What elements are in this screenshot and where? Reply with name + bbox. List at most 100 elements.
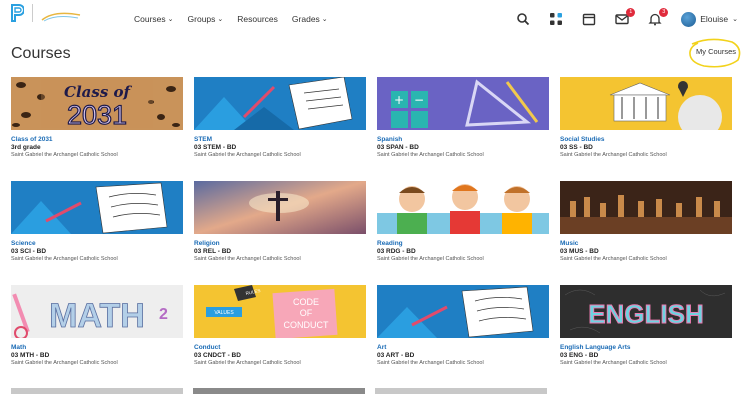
course-section: 03 REL - BD bbox=[194, 248, 232, 255]
nav-grades-label: Grades bbox=[291, 14, 320, 24]
course-title[interactable]: Science bbox=[11, 240, 183, 247]
nav-groups[interactable]: Groups ⌄ bbox=[188, 14, 224, 24]
course-school: Saint Gabriel the Archangel Catholic Sch… bbox=[11, 360, 118, 366]
nav-grades[interactable]: Grades ⌄ bbox=[292, 14, 328, 24]
main-nav: Courses ⌄ Groups ⌄ Resources Grades ⌄ bbox=[134, 14, 328, 24]
course-section: 03 CNDCT - BD bbox=[194, 352, 241, 359]
course-thumbnail: + − bbox=[377, 77, 549, 130]
next-row-thumbnails bbox=[11, 388, 744, 394]
course-title[interactable]: Social Studies bbox=[560, 136, 732, 143]
svg-text:−: − bbox=[414, 93, 424, 107]
course-section: 03 SPAN - BD bbox=[377, 144, 419, 151]
thumbnail-text: ENGLISH bbox=[588, 299, 704, 329]
course-thumbnail bbox=[11, 388, 183, 394]
course-card-music[interactable]: Music 03 MUS - BD Saint Gabriel the Arch… bbox=[560, 181, 732, 278]
chevron-down-icon: ⌄ bbox=[167, 16, 174, 23]
course-card-english[interactable]: ENGLISH English Language Arts 03 ENG - B… bbox=[560, 285, 732, 382]
avatar bbox=[681, 11, 697, 27]
top-navigation: Courses ⌄ Groups ⌄ Resources Grades ⌄ 1 … bbox=[0, 0, 744, 40]
highlight-annotation bbox=[689, 38, 741, 68]
course-school: Saint Gabriel the Archangel Catholic Sch… bbox=[377, 360, 484, 366]
course-school: Saint Gabriel the Archangel Catholic Sch… bbox=[560, 256, 667, 262]
course-card-spanish[interactable]: + − Spanish 03 SPAN - BD Saint Gabriel t… bbox=[377, 77, 549, 174]
user-menu[interactable]: Elouise ⌄ bbox=[681, 11, 738, 27]
course-title[interactable]: Reading bbox=[377, 240, 549, 247]
course-thumbnail bbox=[193, 388, 365, 394]
thumbnail-text: MATH bbox=[49, 297, 145, 335]
course-school: Saint Gabriel the Archangel Catholic Sch… bbox=[377, 152, 484, 158]
course-thumbnail: ENGLISH bbox=[560, 285, 732, 338]
course-thumbnail bbox=[560, 77, 732, 130]
school-logo-icon bbox=[41, 12, 81, 22]
course-card-reading[interactable]: Reading 03 RDG - BD Saint Gabriel the Ar… bbox=[377, 181, 549, 278]
course-section: 03 SS - BD bbox=[560, 144, 593, 151]
course-thumbnail bbox=[560, 181, 732, 234]
notification-badge: 3 bbox=[659, 8, 669, 17]
thumbnail-text: 2031 bbox=[67, 100, 127, 130]
page-title: Courses bbox=[11, 45, 71, 62]
course-school: Saint Gabriel the Archangel Catholic Sch… bbox=[194, 256, 301, 262]
mail-icon[interactable]: 1 bbox=[615, 8, 636, 26]
course-card-class-of-2031[interactable]: Class of 2031 Class of 2031 3rd grade Sa… bbox=[11, 77, 183, 174]
bell-icon[interactable]: 3 bbox=[648, 8, 669, 26]
schoology-logo-icon[interactable] bbox=[10, 4, 24, 22]
course-title[interactable]: Class of 2031 bbox=[11, 136, 183, 143]
course-thumbnail bbox=[377, 181, 549, 234]
course-section: 03 ART - BD bbox=[377, 352, 415, 359]
course-card-math[interactable]: MATH 2 Math 03 MTH - BD Saint Gabriel th… bbox=[11, 285, 183, 382]
course-school: Saint Gabriel the Archangel Catholic Sch… bbox=[11, 152, 118, 158]
apps-grid-icon[interactable] bbox=[549, 12, 563, 26]
course-card-art[interactable]: Art 03 ART - BD Saint Gabriel the Archan… bbox=[377, 285, 549, 382]
thumbnail-text: CODE bbox=[293, 297, 319, 307]
course-title[interactable]: Art bbox=[377, 344, 549, 351]
course-title[interactable]: Conduct bbox=[194, 344, 366, 351]
course-section: 03 MTH - BD bbox=[11, 352, 50, 359]
course-section: 3rd grade bbox=[11, 144, 41, 151]
thumbnail-text: OF bbox=[300, 308, 313, 318]
course-section: 03 RDG - BD bbox=[377, 248, 416, 255]
nav-courses-label: Courses bbox=[134, 14, 166, 24]
thumbnail-text: 2 bbox=[159, 306, 168, 323]
course-school: Saint Gabriel the Archangel Catholic Sch… bbox=[194, 152, 301, 158]
course-title[interactable]: Spanish bbox=[377, 136, 549, 143]
course-section: 03 ENG - BD bbox=[560, 352, 599, 359]
course-title[interactable]: STEM bbox=[194, 136, 366, 143]
nav-courses[interactable]: Courses ⌄ bbox=[134, 14, 174, 24]
course-card-social-studies[interactable]: Social Studies 03 SS - BD Saint Gabriel … bbox=[560, 77, 732, 174]
course-card-conduct[interactable]: RULES VALUES CODE OF CONDUCT Conduct 03 … bbox=[194, 285, 366, 382]
nav-utilities: 1 3 Elouise ⌄ bbox=[516, 8, 738, 30]
course-section: 03 SCI - BD bbox=[11, 248, 47, 255]
thumbnail-text: CONDUCT bbox=[284, 320, 329, 330]
course-title[interactable]: Music bbox=[560, 240, 732, 247]
course-thumbnail: Class of 2031 bbox=[11, 77, 183, 130]
course-school: Saint Gabriel the Archangel Catholic Sch… bbox=[11, 256, 118, 262]
course-card-stem[interactable]: STEM 03 STEM - BD Saint Gabriel the Arch… bbox=[194, 77, 366, 174]
svg-text:+: + bbox=[394, 93, 404, 107]
nav-resources-label: Resources bbox=[237, 14, 278, 24]
course-card-religion[interactable]: Religion 03 REL - BD Saint Gabriel the A… bbox=[194, 181, 366, 278]
course-thumbnail bbox=[194, 77, 366, 130]
thumbnail-text: Class of bbox=[64, 83, 132, 101]
chevron-down-icon: ⌄ bbox=[217, 16, 224, 23]
search-icon[interactable] bbox=[516, 12, 530, 26]
nav-groups-label: Groups bbox=[187, 14, 216, 24]
calendar-icon[interactable] bbox=[582, 12, 596, 26]
thumbnail-text: VALUES bbox=[214, 310, 234, 316]
course-school: Saint Gabriel the Archangel Catholic Sch… bbox=[194, 360, 301, 366]
course-school: Saint Gabriel the Archangel Catholic Sch… bbox=[377, 256, 484, 262]
chevron-down-icon: ⌄ bbox=[321, 16, 328, 23]
course-section: 03 MUS - BD bbox=[560, 248, 599, 255]
course-section: 03 STEM - BD bbox=[194, 144, 237, 151]
course-title[interactable]: Math bbox=[11, 344, 183, 351]
course-thumbnail bbox=[375, 388, 547, 394]
nav-resources[interactable]: Resources bbox=[237, 14, 278, 24]
course-title[interactable]: Religion bbox=[194, 240, 366, 247]
mail-badge: 1 bbox=[626, 8, 636, 17]
course-thumbnail bbox=[377, 285, 549, 338]
course-title[interactable]: English Language Arts bbox=[560, 344, 732, 351]
course-thumbnail bbox=[194, 181, 366, 234]
course-card-science[interactable]: Science 03 SCI - BD Saint Gabriel the Ar… bbox=[11, 181, 183, 278]
logo-divider bbox=[32, 4, 33, 22]
course-thumbnail bbox=[11, 181, 183, 234]
user-name: Elouise bbox=[700, 14, 729, 24]
